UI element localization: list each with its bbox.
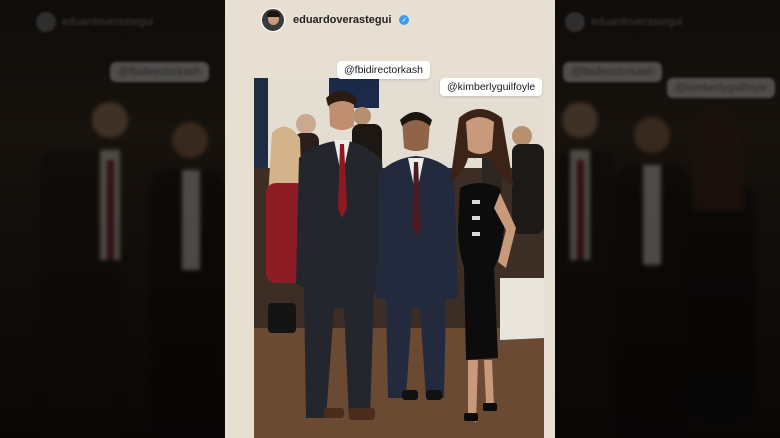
story-username[interactable]: eduardoverastegui: [293, 14, 391, 26]
verified-badge-icon: ✓: [399, 15, 410, 25]
party-scene: [254, 78, 544, 438]
story-header[interactable]: eduardoverastegui ✓: [261, 8, 410, 32]
story-card[interactable]: eduardoverastegui ✓ @fbidirectorkash @ki…: [225, 0, 555, 438]
blurred-backdrop-left: eduardoverastegui @fbidirectorkash: [0, 0, 225, 438]
backdrop-dim: [555, 0, 780, 438]
story-photo: [254, 78, 544, 438]
user-tag-kimberlyguilfoyle[interactable]: @kimberlyguilfoyle: [440, 78, 543, 96]
user-tag-fbidirectorkash[interactable]: @fbidirectorkash: [337, 61, 430, 79]
avatar-hair: [267, 11, 280, 17]
blurred-backdrop-right: eduardoverastegui @fbidirectorkash @kimb…: [555, 0, 780, 438]
backdrop-dim: [0, 0, 225, 438]
profile-avatar[interactable]: [261, 8, 285, 32]
